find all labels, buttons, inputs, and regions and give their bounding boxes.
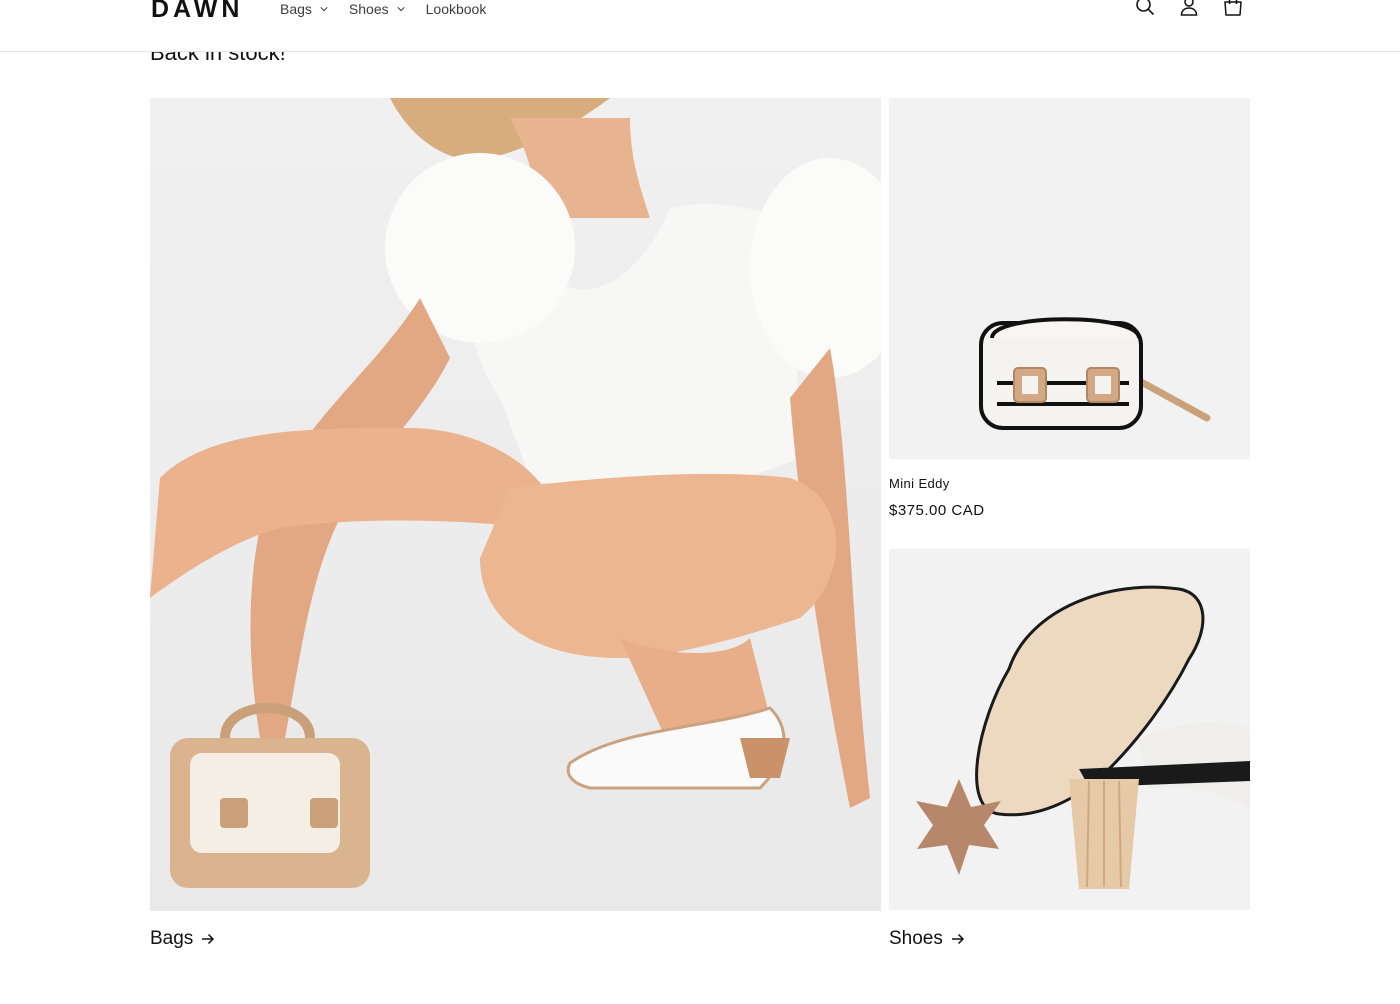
nav-item-label: Bags — [280, 1, 312, 17]
account-icon[interactable] — [1178, 0, 1200, 18]
arrow-right-icon — [951, 933, 964, 945]
collection-label: Shoes — [889, 928, 943, 949]
chevron-down-icon — [397, 7, 405, 12]
search-icon[interactable] — [1134, 0, 1156, 18]
product-image-mini-eddy[interactable] — [889, 98, 1250, 459]
header-icons — [1134, 0, 1244, 18]
nav-item-label: Lookbook — [425, 1, 487, 17]
nav-item-shoes[interactable]: Shoes — [349, 0, 405, 18]
collection-link-shoes[interactable]: Shoes — [889, 928, 965, 950]
site-header: DAWN Bags Shoes Lookbook — [0, 0, 1400, 52]
shoes-collection-image[interactable] — [889, 549, 1250, 910]
nav-item-label: Shoes — [348, 1, 389, 17]
chevron-down-icon — [320, 7, 328, 12]
bags-collection-image[interactable] — [150, 98, 881, 911]
nav-item-bags[interactable]: Bags — [280, 0, 328, 18]
product-price: $375.00 CAD — [889, 502, 985, 519]
main-nav: Bags Shoes Lookbook — [280, 0, 507, 18]
model-with-bag-illustration — [150, 98, 881, 911]
arrow-right-icon — [202, 933, 215, 945]
cart-icon[interactable] — [1222, 0, 1244, 18]
heeled-sandal-illustration — [889, 549, 1250, 910]
mini-eddy-bag-illustration — [889, 98, 1250, 459]
collection-link-bags[interactable]: Bags — [150, 928, 215, 950]
nav-item-lookbook[interactable]: Lookbook — [426, 0, 487, 18]
product-title[interactable]: Mini Eddy — [889, 476, 950, 491]
collection-label: Bags — [150, 928, 194, 949]
store-logo[interactable]: DAWN — [151, 0, 243, 26]
